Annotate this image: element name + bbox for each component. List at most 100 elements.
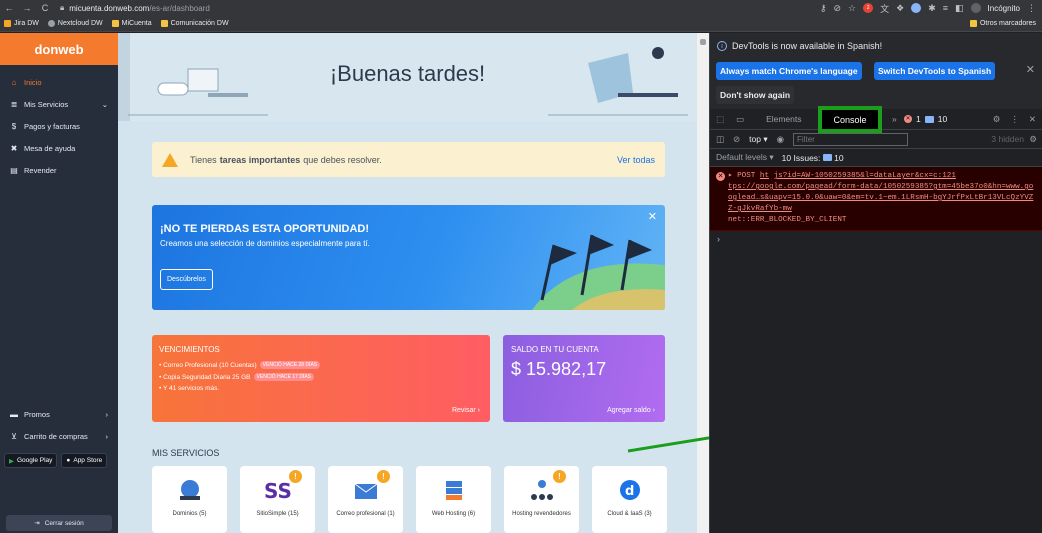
promo-title: ¡NO TE PIERDAS ESTA OPORTUNIDAD! — [160, 223, 370, 235]
gear-icon[interactable]: ⚙ — [993, 114, 1001, 125]
promo-subtitle: Creamos una selección de dominios especi… — [160, 239, 370, 248]
saldo-card: SALDO EN TU CUENTA $ 15.982,17 Agregar s… — [503, 335, 665, 422]
chevron-down-icon: ⌄ — [101, 99, 108, 109]
error-url-link[interactable]: ht — [760, 172, 769, 180]
sidebar-item-revender[interactable]: ▤ Revender — [0, 159, 118, 181]
service-card-revendedores[interactable]: ! Hosting revendedores — [504, 466, 579, 533]
close-icon[interactable]: ✕ — [1026, 63, 1035, 76]
console-toolbar: ◫ ⊘ top ▾ ◉ 3 hidden ⚙ — [710, 130, 1042, 149]
dont-show-button[interactable]: Don't show again — [716, 86, 795, 104]
address-bar[interactable]: 🔒︎ micuenta.donweb.com/es-ar/dashboard — [60, 3, 210, 13]
service-card-correo[interactable]: ! Correo profesional (1) — [328, 466, 403, 533]
saldo-title: SALDO EN TU CUENTA — [511, 345, 599, 354]
kebab-icon[interactable]: ⋮ — [1010, 114, 1019, 125]
service-card-dominios[interactable]: Dominios (5) — [152, 466, 227, 533]
sidepanel-icon[interactable]: ◧ — [955, 3, 964, 14]
sidebar-toggle-icon[interactable]: ◫ — [716, 134, 724, 145]
sidebar-item-pagos[interactable]: $ Pagos y facturas — [0, 115, 118, 137]
eye-off-icon[interactable]: ⊘ — [833, 3, 841, 14]
more-tabs-icon[interactable]: » — [886, 114, 903, 124]
sidebar-item-mesa-ayuda[interactable]: ✖ Mesa de ayuda — [0, 137, 118, 159]
url-path: /es-ar/dashboard — [149, 3, 210, 13]
queue-icon[interactable]: ≡ — [943, 3, 948, 13]
greeting-title: ¡Buenas tardes! — [329, 61, 486, 86]
error-icon: ✕ — [904, 115, 912, 123]
extension-icon[interactable]: 2 — [863, 3, 874, 13]
translate-icon[interactable]: 文 — [880, 2, 889, 15]
inspect-icon[interactable]: ⬚ — [710, 114, 730, 125]
service-card-hosting[interactable]: Web Hosting (6) — [416, 466, 491, 533]
star-icon[interactable]: ☆ — [848, 3, 856, 14]
back-icon[interactable]: ← — [0, 3, 18, 13]
key-icon[interactable]: ⚷ — [820, 3, 827, 14]
issues-icon — [822, 153, 832, 161]
revisar-link[interactable]: Revisar › — [452, 407, 480, 414]
logout-icon: ⇥ — [34, 520, 40, 527]
console-error-message: ✕ ▸ POST ht js?id=AW-1050259385&l=dataLa… — [710, 167, 1042, 231]
tab-elements[interactable]: Elements — [760, 114, 807, 124]
devtools-panel: i DevTools is now available in Spanish! A… — [709, 33, 1042, 533]
issues-button[interactable]: 10 Issues: 10 — [782, 153, 844, 163]
donweb-logo[interactable]: donweb — [0, 33, 118, 65]
bug-icon[interactable]: ❖ — [896, 3, 904, 14]
service-card-cloud[interactable]: d Cloud & IaaS (3) — [592, 466, 667, 533]
error-url-link[interactable]: tps://google.com/pagead/form-data/105025… — [728, 183, 1033, 213]
puzzle-icon[interactable]: ✱ — [928, 3, 936, 14]
greeting-banner: ¡Buenas tardes! — [118, 33, 697, 121]
bookmark-item[interactable]: Comunicación DW — [160, 20, 229, 27]
levels-select[interactable]: Default levels ▾ — [716, 152, 774, 163]
clear-console-icon[interactable]: ⊘ — [733, 134, 740, 145]
alert-icon: ! — [377, 470, 390, 483]
saldo-value: $ 15.982,17 — [511, 359, 607, 379]
menu-icon[interactable]: ⋮ — [1027, 3, 1036, 14]
sidebar-item-mis-servicios[interactable]: ≣ Mis Servicios ⌄ — [0, 93, 118, 115]
scroll-up-icon[interactable] — [700, 39, 706, 45]
dollar-icon: $ — [11, 121, 17, 131]
close-devtools-icon[interactable]: ✕ — [1029, 114, 1036, 125]
eye-icon[interactable]: ◉ — [777, 134, 784, 145]
levels-bar: Default levels ▾ 10 Issues: 10 — [710, 149, 1042, 167]
bookmark-item[interactable]: Nextcloud DW — [47, 20, 103, 27]
list-item: • Y 41 servicios más. — [159, 385, 220, 392]
ver-todas-link[interactable]: Ver todas — [617, 155, 655, 165]
sidebar-item-carrito[interactable]: ⊻ Carrito de compras › — [0, 425, 118, 447]
card-icon: ▤ — [10, 165, 18, 175]
info-icon: i — [717, 41, 727, 51]
close-icon[interactable]: ✕ — [648, 210, 657, 223]
google-play-button[interactable]: ▶ Google Play — [4, 453, 58, 468]
bookmark-item[interactable]: Jira DW — [4, 20, 39, 27]
source-link[interactable]: js?id=AW-1050259385&l=dataLayer&cx=c:121 — [774, 172, 956, 180]
device-icon[interactable]: ▭ — [730, 114, 750, 125]
alert-icon: ! — [289, 470, 302, 483]
incognito-icon — [970, 3, 981, 13]
match-language-button[interactable]: Always match Chrome's language — [716, 62, 862, 80]
app-store-button[interactable]: ● App Store — [61, 453, 108, 468]
filter-input[interactable] — [793, 132, 909, 146]
logout-button[interactable]: ⇥ Cerrar sesión — [6, 515, 112, 531]
reload-icon[interactable]: C — [36, 3, 54, 13]
context-select[interactable]: top ▾ — [749, 134, 767, 145]
flags-globe-illustration — [532, 234, 665, 310]
console-prompt[interactable]: › — [710, 231, 1042, 247]
sitiosimple-icon: SS — [264, 479, 292, 502]
descubrelos-button[interactable]: Descúbrelos — [160, 269, 213, 290]
extension-blue-icon[interactable] — [911, 3, 922, 13]
sidebar-item-inicio[interactable]: ⌂ Inicio — [0, 71, 118, 93]
console-settings-icon[interactable]: ⚙ — [1029, 134, 1037, 145]
other-bookmarks[interactable]: Otros marcadores — [969, 20, 1042, 27]
profile-label[interactable]: Incógnito — [988, 4, 1020, 13]
info-message: DevTools is now available in Spanish! — [732, 41, 883, 51]
sidebar-item-promos[interactable]: ▬ Promos › — [0, 403, 118, 425]
error-count[interactable]: 1 — [916, 114, 921, 124]
tab-console[interactable]: Console — [818, 106, 882, 133]
list-item: • Correo Profesional (10 Cuentas) VENCIÓ … — [159, 361, 321, 369]
bookmarks-bar: Jira DW Nextcloud DW MiCuenta Comunicaci… — [0, 16, 1042, 32]
server-icon — [446, 481, 462, 500]
bookmark-item[interactable]: MiCuenta — [111, 20, 152, 27]
forward-icon[interactable]: → — [18, 3, 36, 13]
browser-toolbar: ← → C 🔒︎ micuenta.donweb.com/es-ar/dashb… — [0, 0, 1042, 16]
message-count[interactable]: 10 — [938, 114, 947, 124]
chevron-right-icon: › — [105, 409, 109, 419]
service-card-sitiosimple[interactable]: SS ! SitioSimple (15) — [240, 466, 315, 533]
switch-spanish-button[interactable]: Switch DevTools to Spanish — [874, 62, 996, 80]
